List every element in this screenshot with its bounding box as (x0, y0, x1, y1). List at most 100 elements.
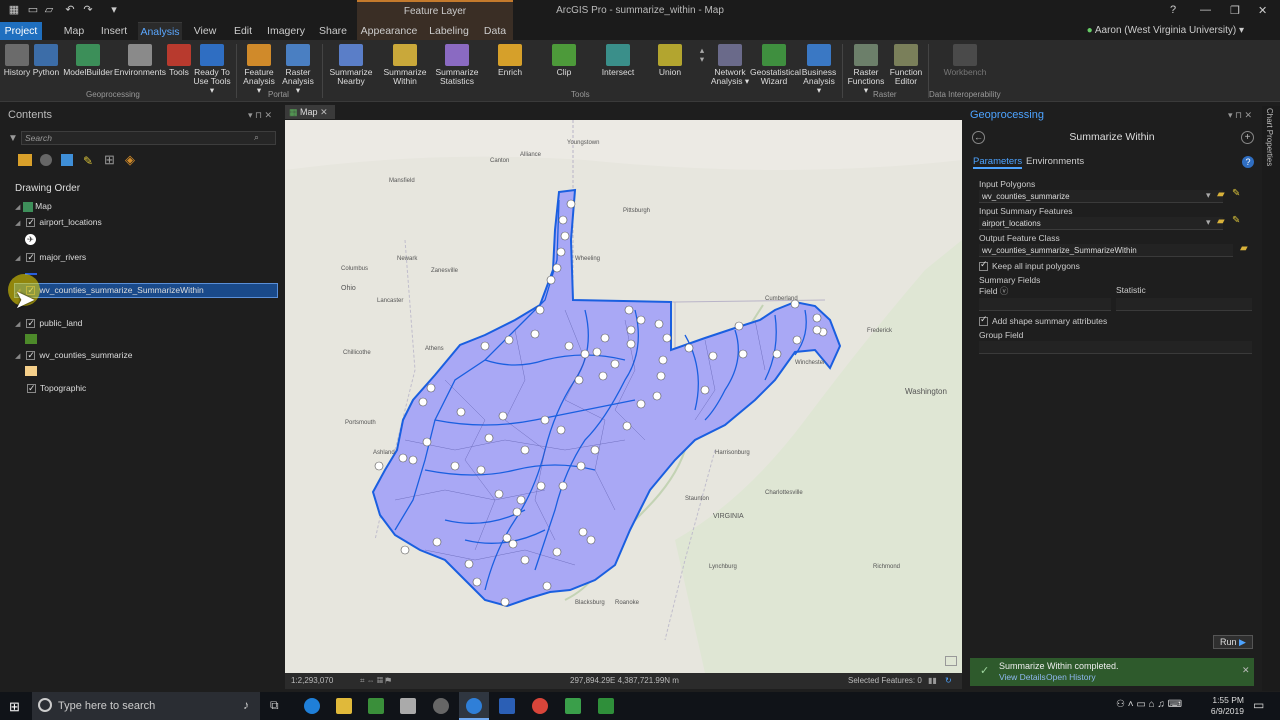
history-button[interactable]: History (2, 44, 32, 77)
geostatistical-wizard-button[interactable]: Geostatistical Wizard (750, 44, 801, 86)
mail-icon[interactable] (400, 698, 416, 714)
overview-toggle-icon[interactable] (945, 656, 957, 666)
network-analysis-button[interactable]: Network Analysis ▾ (710, 44, 750, 86)
open-history-link[interactable]: Open History (1046, 672, 1096, 682)
system-tray-icons[interactable]: ⚇ ˄ ▭ ⌂ ♫ ⌨ (1116, 699, 1182, 710)
add-shape-checkbox[interactable]: Add shape summary attributes (979, 314, 1107, 327)
layer-wv-counties[interactable]: ◢wv_counties_summarize (15, 348, 132, 362)
notifications-icon[interactable]: ▭ (1253, 698, 1264, 712)
modelbuilder-button[interactable]: ModelBuilder (62, 44, 114, 77)
layer-topographic[interactable]: Topographic (15, 381, 86, 395)
excel-icon[interactable] (598, 698, 614, 714)
store-icon[interactable] (368, 698, 384, 714)
summarize-within-button[interactable]: Summarize Within (382, 44, 428, 86)
tab-insert[interactable]: Insert (98, 22, 130, 40)
pane-options-icon[interactable]: ▾ ⊓ ✕ (1228, 110, 1252, 121)
dismiss-icon[interactable]: ✕ (1242, 665, 1250, 676)
map-view-tab[interactable]: ▦ Map ✕ (285, 105, 335, 119)
tools-gallery-more-icon[interactable]: ▴ ▾ (698, 46, 706, 64)
layer-public-land[interactable]: ◢public_land (15, 316, 82, 330)
list-by-labeling-icon[interactable]: ◈ (125, 152, 135, 168)
refresh-icon[interactable]: ↻ (945, 676, 952, 685)
tab-parameters[interactable]: Parameters (973, 156, 1023, 169)
tab-edit[interactable]: Edit (228, 22, 258, 40)
edge-icon[interactable] (304, 698, 320, 714)
function-editor-button[interactable]: Function Editor (888, 44, 924, 86)
browse-folder-icon[interactable]: ▰ (1217, 216, 1225, 227)
help-button[interactable]: ? (1170, 4, 1176, 16)
tab-map[interactable]: Map (58, 22, 90, 40)
run-button[interactable]: Run ▶ (1213, 635, 1253, 649)
raster-analysis-button[interactable]: Raster Analysis ▾ (280, 44, 316, 95)
clip-button[interactable]: Clip (548, 44, 580, 77)
tab-imagery[interactable]: Imagery (266, 22, 306, 40)
summarize-nearby-button[interactable]: Summarize Nearby (328, 44, 374, 86)
input-polygons-field[interactable]: wv_counties_summarize (979, 190, 1223, 203)
intersect-button[interactable]: Intersect (598, 44, 638, 77)
tab-appearance[interactable]: Appearance (357, 22, 421, 40)
camtasia-icon[interactable] (565, 698, 581, 714)
list-by-data-source-icon[interactable] (40, 154, 52, 166)
chart-properties-tab[interactable]: Chart Properties (1265, 108, 1274, 166)
close-button[interactable]: ✕ (1258, 4, 1267, 17)
raster-functions-button[interactable]: Raster Functions ▾ (846, 44, 886, 95)
undo-icon[interactable]: ↶ (64, 4, 76, 16)
user-account[interactable]: ● Aaron (West Virginia University) ▾ (1087, 22, 1244, 40)
layer-major-rivers[interactable]: ◢major_rivers (15, 250, 86, 264)
layer-visibility-checkbox[interactable] (26, 215, 36, 229)
settings-icon[interactable] (433, 698, 449, 714)
summary-field-select[interactable] (979, 298, 1111, 311)
word-icon[interactable] (499, 698, 515, 714)
map-scale[interactable]: 1:2,293,070 (291, 676, 333, 685)
layer-visibility-checkbox[interactable] (26, 316, 36, 330)
dropdown-icon[interactable]: ▾ (1206, 190, 1211, 201)
maximize-button[interactable]: ❐ (1230, 4, 1240, 17)
add-icon[interactable]: + (1241, 131, 1254, 144)
tab-data[interactable]: Data (477, 22, 513, 40)
layer-airport-locations[interactable]: ◢airport_locations (15, 215, 102, 229)
search-icon[interactable]: ⌕ (254, 132, 259, 143)
group-field-select[interactable] (979, 341, 1252, 354)
output-field[interactable]: wv_counties_summarize_SummarizeWithin (979, 244, 1233, 257)
statistic-select[interactable] (1116, 298, 1252, 311)
feature-analysis-button[interactable]: Feature Analysis ▾ (240, 44, 278, 95)
open-project-icon[interactable]: ▱ (43, 4, 55, 16)
dropdown-icon[interactable]: ▾ (1206, 217, 1211, 228)
input-summary-field[interactable]: airport_locations (979, 217, 1223, 230)
taskbar-clock[interactable]: 1:55 PM 6/9/2019 (1211, 695, 1244, 717)
tab-share[interactable]: Share (316, 22, 350, 40)
edit-pencil-icon[interactable]: ✎ (1232, 215, 1240, 226)
list-by-drawing-order-icon[interactable] (18, 154, 32, 166)
ready-to-use-tools-button[interactable]: Ready To Use Tools ▾ (192, 44, 232, 95)
file-explorer-icon[interactable] (336, 698, 352, 714)
redo-icon[interactable]: ↷ (82, 4, 94, 16)
edit-pencil-icon[interactable]: ✎ (1232, 188, 1240, 199)
summarize-statistics-button[interactable]: Summarize Statistics (434, 44, 480, 86)
layer-visibility-checkbox[interactable] (26, 348, 36, 362)
workbench-button[interactable]: Workbench (940, 44, 990, 77)
layer-summarize-within-output[interactable]: ◢wv_counties_summarize_SummarizeWithin (15, 283, 204, 297)
tab-project[interactable]: Project (0, 22, 42, 40)
microphone-icon[interactable]: ♪ (243, 698, 249, 712)
business-analysis-button[interactable]: Business Analysis ▾ (800, 44, 838, 95)
list-by-editing-icon[interactable]: ✎ (83, 154, 93, 168)
windows-start-icon[interactable]: ⊞ (9, 699, 20, 715)
contents-search-input[interactable]: Search (21, 131, 276, 145)
python-button[interactable]: Python (32, 44, 60, 77)
taskbar-search-input[interactable]: Type here to search (32, 692, 260, 720)
map-node[interactable]: ◢ Map (15, 199, 52, 213)
tab-environments[interactable]: Environments (1026, 156, 1084, 167)
browse-folder-icon[interactable]: ▰ (1240, 243, 1248, 254)
tab-view[interactable]: View (190, 22, 220, 40)
customize-quick-access-icon[interactable]: ▾ (108, 4, 120, 16)
new-project-icon[interactable]: ▭ (27, 4, 39, 16)
keep-all-checkbox[interactable]: Keep all input polygons (979, 259, 1080, 272)
map-canvas[interactable]: Youngstown Pittsburgh Alliance Canton Ma… (285, 120, 962, 673)
list-by-snapping-icon[interactable]: ⊞ (104, 152, 115, 168)
map-nav-icons[interactable]: ⌗ ⇔ ▦ ⚑ (360, 676, 391, 686)
union-button[interactable]: Union (654, 44, 686, 77)
tab-labeling[interactable]: Labeling (421, 22, 477, 40)
tab-analysis[interactable]: Analysis (138, 22, 182, 40)
pause-drawing-icon[interactable]: ▮▮ (928, 676, 937, 685)
minimize-button[interactable]: — (1200, 4, 1211, 16)
